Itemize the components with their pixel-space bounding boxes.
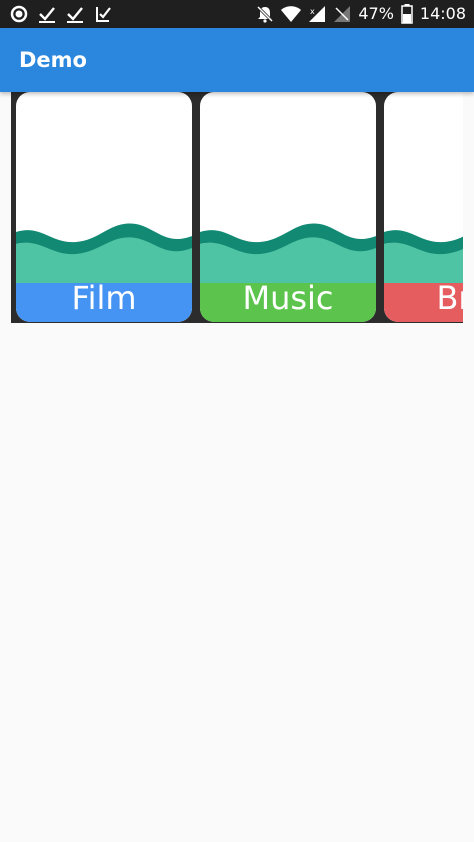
category-carousel[interactable]: Film Music Br bbox=[11, 92, 463, 323]
wifi-icon bbox=[281, 5, 302, 23]
task-icon bbox=[94, 5, 112, 23]
card-label: Film bbox=[71, 279, 137, 317]
card-label: Music bbox=[242, 279, 334, 317]
card-music[interactable]: Music bbox=[200, 92, 376, 322]
app-bar: Demo bbox=[0, 28, 474, 92]
card-label: Br bbox=[436, 279, 463, 317]
card-br[interactable]: Br bbox=[384, 92, 463, 322]
notification-icons bbox=[10, 0, 112, 28]
signal-icon: x bbox=[308, 5, 326, 23]
status-bar: x 47% 14:08 bbox=[0, 0, 474, 28]
system-icons: x 47% 14:08 bbox=[256, 0, 466, 28]
circle-icon bbox=[10, 5, 28, 23]
page-title: Demo bbox=[19, 48, 87, 72]
clock: 14:08 bbox=[419, 4, 466, 23]
check-icon bbox=[38, 5, 56, 23]
svg-text:x: x bbox=[310, 7, 315, 16]
battery-percent: 47% bbox=[358, 4, 394, 23]
no-signal-icon bbox=[333, 5, 351, 23]
check-icon bbox=[66, 5, 84, 23]
card-film[interactable]: Film bbox=[16, 92, 192, 322]
mute-icon bbox=[256, 5, 274, 23]
battery-icon bbox=[401, 4, 413, 24]
